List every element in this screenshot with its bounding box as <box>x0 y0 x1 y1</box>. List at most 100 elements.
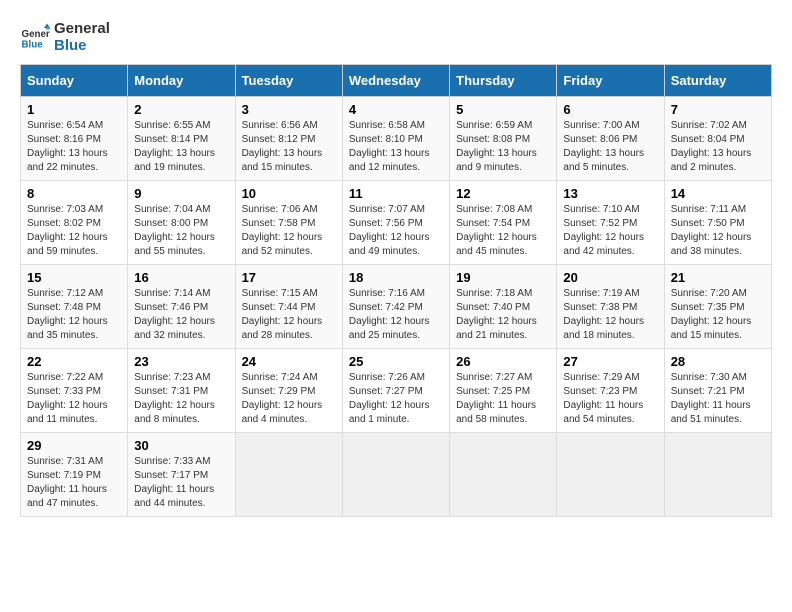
day-cell: 7 Sunrise: 7:02 AM Sunset: 8:04 PM Dayli… <box>664 97 771 181</box>
day-cell: 10 Sunrise: 7:06 AM Sunset: 7:58 PM Dayl… <box>235 181 342 265</box>
day-number: 15 <box>27 270 121 285</box>
day-cell: 12 Sunrise: 7:08 AM Sunset: 7:54 PM Dayl… <box>450 181 557 265</box>
col-header-wednesday: Wednesday <box>342 65 449 97</box>
day-cell: 9 Sunrise: 7:04 AM Sunset: 8:00 PM Dayli… <box>128 181 235 265</box>
svg-text:Blue: Blue <box>22 40 44 51</box>
svg-text:General: General <box>22 29 51 40</box>
day-info: Sunrise: 6:59 AM Sunset: 8:08 PM Dayligh… <box>456 119 550 175</box>
day-cell: 23 Sunrise: 7:23 AM Sunset: 7:31 PM Dayl… <box>128 349 235 433</box>
logo-icon: General Blue <box>20 22 50 52</box>
day-cell: 6 Sunrise: 7:00 AM Sunset: 8:06 PM Dayli… <box>557 97 664 181</box>
col-header-monday: Monday <box>128 65 235 97</box>
day-info: Sunrise: 7:08 AM Sunset: 7:54 PM Dayligh… <box>456 203 550 259</box>
day-number: 7 <box>671 102 765 117</box>
day-cell: 15 Sunrise: 7:12 AM Sunset: 7:48 PM Dayl… <box>21 265 128 349</box>
col-header-friday: Friday <box>557 65 664 97</box>
logo-blue-text: Blue <box>54 37 110 54</box>
day-info: Sunrise: 7:18 AM Sunset: 7:40 PM Dayligh… <box>456 287 550 343</box>
day-cell: 2 Sunrise: 6:55 AM Sunset: 8:14 PM Dayli… <box>128 97 235 181</box>
day-number: 19 <box>456 270 550 285</box>
day-cell <box>557 433 664 517</box>
week-row-5: 29 Sunrise: 7:31 AM Sunset: 7:19 PM Dayl… <box>21 433 772 517</box>
day-cell: 24 Sunrise: 7:24 AM Sunset: 7:29 PM Dayl… <box>235 349 342 433</box>
day-info: Sunrise: 6:56 AM Sunset: 8:12 PM Dayligh… <box>242 119 336 175</box>
day-number: 12 <box>456 186 550 201</box>
day-cell: 20 Sunrise: 7:19 AM Sunset: 7:38 PM Dayl… <box>557 265 664 349</box>
day-cell: 1 Sunrise: 6:54 AM Sunset: 8:16 PM Dayli… <box>21 97 128 181</box>
day-cell: 29 Sunrise: 7:31 AM Sunset: 7:19 PM Dayl… <box>21 433 128 517</box>
col-header-tuesday: Tuesday <box>235 65 342 97</box>
day-cell: 28 Sunrise: 7:30 AM Sunset: 7:21 PM Dayl… <box>664 349 771 433</box>
logo-general-text: General <box>54 20 110 37</box>
day-cell: 17 Sunrise: 7:15 AM Sunset: 7:44 PM Dayl… <box>235 265 342 349</box>
day-number: 22 <box>27 354 121 369</box>
day-info: Sunrise: 7:19 AM Sunset: 7:38 PM Dayligh… <box>563 287 657 343</box>
day-number: 2 <box>134 102 228 117</box>
page-header: General Blue General Blue <box>20 20 772 54</box>
day-cell: 14 Sunrise: 7:11 AM Sunset: 7:50 PM Dayl… <box>664 181 771 265</box>
week-row-4: 22 Sunrise: 7:22 AM Sunset: 7:33 PM Dayl… <box>21 349 772 433</box>
day-cell: 30 Sunrise: 7:33 AM Sunset: 7:17 PM Dayl… <box>128 433 235 517</box>
day-number: 16 <box>134 270 228 285</box>
day-info: Sunrise: 6:55 AM Sunset: 8:14 PM Dayligh… <box>134 119 228 175</box>
day-info: Sunrise: 6:58 AM Sunset: 8:10 PM Dayligh… <box>349 119 443 175</box>
day-number: 6 <box>563 102 657 117</box>
day-number: 11 <box>349 186 443 201</box>
day-cell: 5 Sunrise: 6:59 AM Sunset: 8:08 PM Dayli… <box>450 97 557 181</box>
day-info: Sunrise: 7:12 AM Sunset: 7:48 PM Dayligh… <box>27 287 121 343</box>
day-cell: 21 Sunrise: 7:20 AM Sunset: 7:35 PM Dayl… <box>664 265 771 349</box>
day-info: Sunrise: 7:23 AM Sunset: 7:31 PM Dayligh… <box>134 371 228 427</box>
day-info: Sunrise: 7:27 AM Sunset: 7:25 PM Dayligh… <box>456 371 550 427</box>
day-number: 10 <box>242 186 336 201</box>
day-info: Sunrise: 7:06 AM Sunset: 7:58 PM Dayligh… <box>242 203 336 259</box>
day-cell: 3 Sunrise: 6:56 AM Sunset: 8:12 PM Dayli… <box>235 97 342 181</box>
day-info: Sunrise: 7:14 AM Sunset: 7:46 PM Dayligh… <box>134 287 228 343</box>
day-cell: 19 Sunrise: 7:18 AM Sunset: 7:40 PM Dayl… <box>450 265 557 349</box>
day-cell: 11 Sunrise: 7:07 AM Sunset: 7:56 PM Dayl… <box>342 181 449 265</box>
day-number: 4 <box>349 102 443 117</box>
day-cell <box>450 433 557 517</box>
day-info: Sunrise: 7:26 AM Sunset: 7:27 PM Dayligh… <box>349 371 443 427</box>
day-number: 27 <box>563 354 657 369</box>
day-number: 20 <box>563 270 657 285</box>
day-cell: 26 Sunrise: 7:27 AM Sunset: 7:25 PM Dayl… <box>450 349 557 433</box>
day-number: 14 <box>671 186 765 201</box>
day-info: Sunrise: 7:31 AM Sunset: 7:19 PM Dayligh… <box>27 455 121 511</box>
day-info: Sunrise: 7:30 AM Sunset: 7:21 PM Dayligh… <box>671 371 765 427</box>
day-info: Sunrise: 7:20 AM Sunset: 7:35 PM Dayligh… <box>671 287 765 343</box>
col-header-saturday: Saturday <box>664 65 771 97</box>
logo: General Blue General Blue <box>20 20 110 54</box>
day-cell: 27 Sunrise: 7:29 AM Sunset: 7:23 PM Dayl… <box>557 349 664 433</box>
calendar-table: SundayMondayTuesdayWednesdayThursdayFrid… <box>20 64 772 517</box>
day-cell: 8 Sunrise: 7:03 AM Sunset: 8:02 PM Dayli… <box>21 181 128 265</box>
header-row: SundayMondayTuesdayWednesdayThursdayFrid… <box>21 65 772 97</box>
day-cell: 22 Sunrise: 7:22 AM Sunset: 7:33 PM Dayl… <box>21 349 128 433</box>
day-cell: 4 Sunrise: 6:58 AM Sunset: 8:10 PM Dayli… <box>342 97 449 181</box>
day-number: 3 <box>242 102 336 117</box>
day-info: Sunrise: 7:07 AM Sunset: 7:56 PM Dayligh… <box>349 203 443 259</box>
day-info: Sunrise: 7:33 AM Sunset: 7:17 PM Dayligh… <box>134 455 228 511</box>
day-number: 13 <box>563 186 657 201</box>
day-number: 23 <box>134 354 228 369</box>
day-info: Sunrise: 7:00 AM Sunset: 8:06 PM Dayligh… <box>563 119 657 175</box>
day-info: Sunrise: 7:11 AM Sunset: 7:50 PM Dayligh… <box>671 203 765 259</box>
day-number: 9 <box>134 186 228 201</box>
col-header-thursday: Thursday <box>450 65 557 97</box>
day-number: 17 <box>242 270 336 285</box>
day-number: 5 <box>456 102 550 117</box>
day-number: 30 <box>134 438 228 453</box>
day-info: Sunrise: 7:24 AM Sunset: 7:29 PM Dayligh… <box>242 371 336 427</box>
col-header-sunday: Sunday <box>21 65 128 97</box>
day-info: Sunrise: 7:29 AM Sunset: 7:23 PM Dayligh… <box>563 371 657 427</box>
day-number: 25 <box>349 354 443 369</box>
day-number: 26 <box>456 354 550 369</box>
day-cell <box>235 433 342 517</box>
day-cell: 16 Sunrise: 7:14 AM Sunset: 7:46 PM Dayl… <box>128 265 235 349</box>
day-number: 24 <box>242 354 336 369</box>
day-number: 28 <box>671 354 765 369</box>
day-info: Sunrise: 7:03 AM Sunset: 8:02 PM Dayligh… <box>27 203 121 259</box>
day-info: Sunrise: 7:02 AM Sunset: 8:04 PM Dayligh… <box>671 119 765 175</box>
week-row-3: 15 Sunrise: 7:12 AM Sunset: 7:48 PM Dayl… <box>21 265 772 349</box>
day-number: 1 <box>27 102 121 117</box>
day-cell <box>664 433 771 517</box>
